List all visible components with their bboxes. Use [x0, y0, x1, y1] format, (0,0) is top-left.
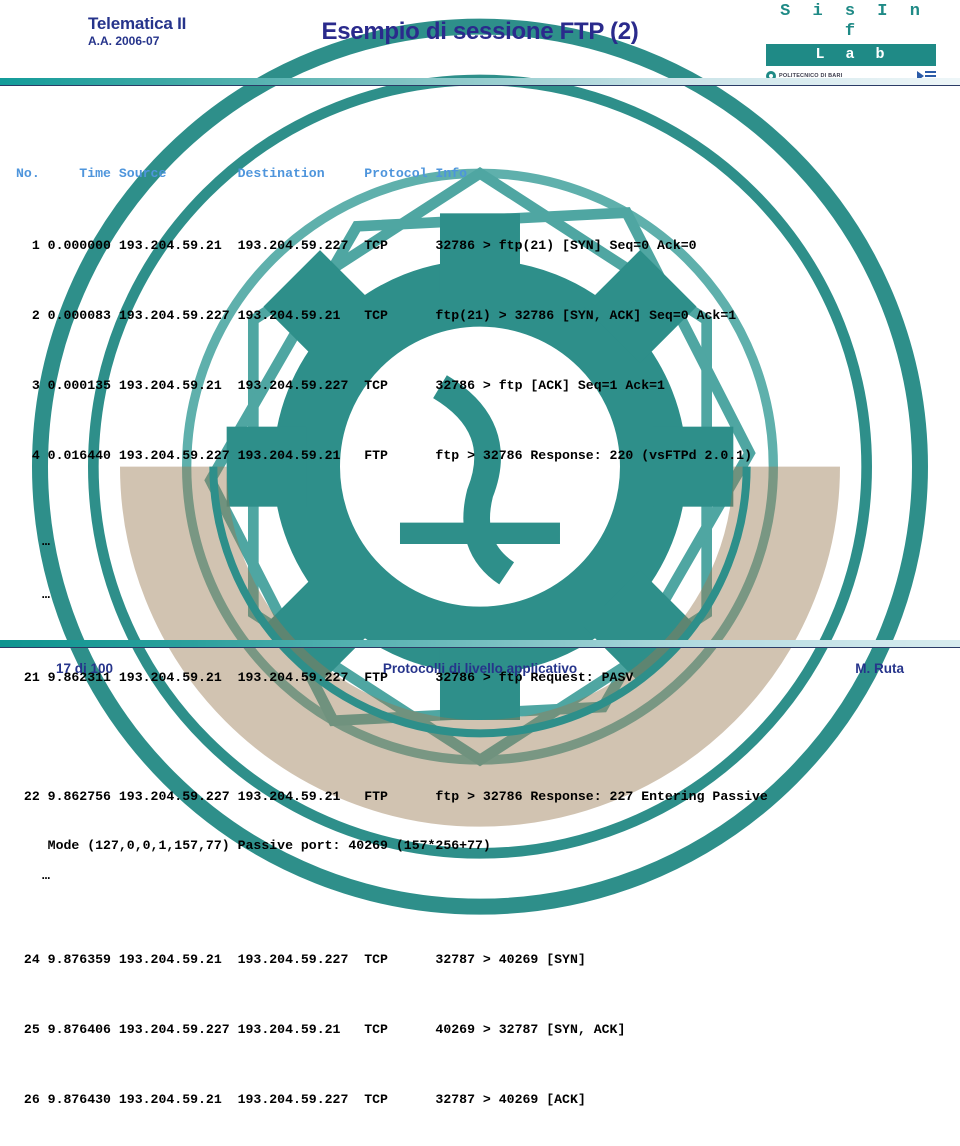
table-row: 4 0.016440 193.204.59.227 193.204.59.21 … — [16, 448, 752, 463]
footer-divider — [0, 640, 960, 648]
table-row-line-1: 22 9.862756 193.204.59.227 193.204.59.21… — [16, 789, 768, 804]
packet-capture-listing: No. Time Source Destination Protocol Inf… — [16, 118, 946, 1146]
packet-list-column-headers: No. Time Source Destination Protocol Inf… — [16, 166, 468, 181]
footer-subject: Protocolli di livello applicativo — [382, 661, 578, 676]
footer-author: M. Ruta — [855, 661, 904, 676]
table-row: 22 9.862756 193.204.59.227 193.204.59.21… — [16, 756, 946, 853]
header-divider — [0, 78, 960, 86]
sisinf-logo-lab-bar: L a b — [766, 44, 936, 66]
table-row: 2 0.000083 193.204.59.227 193.204.59.21 … — [16, 308, 737, 323]
ellipsis-marker: … — [42, 587, 50, 602]
slide-header: Telematica II A.A. 2006-07 Esempio di se… — [0, 0, 960, 915]
table-row: 1 0.000000 193.204.59.21 193.204.59.227 … — [16, 238, 697, 253]
table-row: 25 9.876406 193.204.59.227 193.204.59.21… — [16, 1022, 626, 1037]
table-row: 24 9.876359 193.204.59.21 193.204.59.227… — [16, 952, 586, 967]
table-row: 26 9.876430 193.204.59.21 193.204.59.227… — [16, 1092, 586, 1107]
ellipsis-marker: … — [42, 868, 50, 883]
ellipsis-marker: … — [42, 534, 50, 549]
table-row: 3 0.000135 193.204.59.21 193.204.59.227 … — [16, 378, 665, 393]
sisinf-lab-logo: S i s I n f L a b POLITECNICO DI BARI — [766, 2, 936, 82]
sisinf-logo-word: S i s I n f — [780, 2, 926, 41]
table-row-line-2: Mode (127,0,0,1,157,77) Passive port: 40… — [16, 838, 491, 853]
slide-footer: 17 di 100 Protocolli di livello applicat… — [0, 661, 960, 683]
